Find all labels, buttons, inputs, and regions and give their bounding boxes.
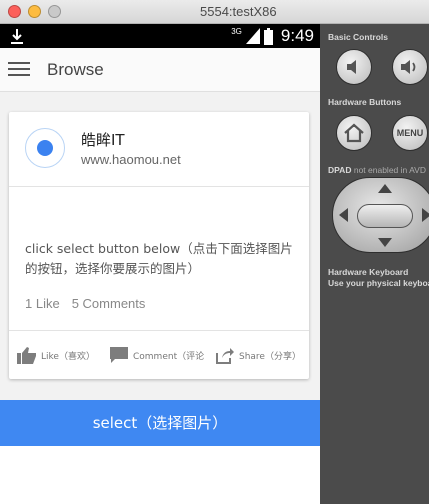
dpad-heading: DPAD not enabled in AVD — [328, 165, 426, 175]
comment-button[interactable]: Comment（评论 — [109, 346, 215, 364]
dpad-down-arrow-icon[interactable] — [378, 238, 392, 247]
speaker-icon — [347, 60, 356, 74]
emulator-panel: Basic Controls Hardware Buttons MENU DPA… — [320, 24, 429, 504]
dpad-center-button[interactable] — [357, 204, 413, 228]
share-button[interactable]: Share（分享） — [215, 346, 301, 364]
actions-divider — [9, 330, 309, 331]
volume-down-button[interactable] — [336, 49, 372, 85]
share-label: Share（分享） — [239, 351, 301, 362]
status-bar: 3G 9:49 — [0, 24, 320, 48]
minimize-window-button[interactable] — [28, 5, 41, 18]
speaker-loud-icon — [401, 60, 416, 74]
zoom-window-button[interactable] — [48, 5, 61, 18]
window-titlebar: 5554:testX86 — [0, 0, 429, 24]
dpad[interactable] — [332, 177, 429, 253]
close-window-button[interactable] — [8, 5, 21, 18]
hamburger-icon[interactable] — [8, 59, 30, 79]
network-type: 3G — [231, 26, 242, 36]
card-stats: 1 Like 5 Comments — [25, 296, 145, 311]
dpad-note: not enabled in AVD — [353, 165, 426, 175]
select-button[interactable]: select（选择图片） — [0, 400, 320, 446]
menu-button[interactable]: MENU — [392, 115, 428, 151]
like-count: 1 Like — [25, 296, 60, 311]
card-divider — [9, 186, 309, 187]
home-icon — [344, 123, 364, 143]
hardware-keyboard-heading: Hardware Keyboard — [328, 267, 409, 277]
comment-icon — [110, 347, 128, 363]
menu-button-label: MENU — [396, 128, 424, 138]
card-subtitle: www.haomou.net — [81, 152, 181, 167]
comment-count: 5 Comments — [71, 296, 146, 311]
window-title: 5554:testX86 — [200, 4, 277, 19]
volume-up-button[interactable] — [392, 49, 428, 85]
basic-controls-heading: Basic Controls — [328, 32, 388, 42]
clock: 9:49 — [280, 26, 314, 45]
post-card: 皓眸IT www.haomou.net click select button … — [9, 112, 309, 379]
toolbar-title: Browse — [47, 60, 104, 79]
like-button[interactable]: Like（喜欢） — [17, 346, 109, 364]
comment-label: Comment（评论 — [133, 351, 205, 362]
avatar — [25, 128, 65, 168]
thumbs-up-icon — [17, 347, 36, 364]
like-label: Like（喜欢） — [41, 351, 95, 362]
battery-icon — [263, 27, 273, 45]
dpad-right-arrow-icon[interactable] — [422, 208, 429, 222]
hardware-buttons-heading: Hardware Buttons — [328, 97, 402, 107]
device-screen: 3G 9:49 Browse 皓眸IT www.haomou.net click… — [0, 24, 320, 504]
dpad-up-arrow-icon[interactable] — [378, 184, 392, 193]
card-title: 皓眸IT — [81, 131, 125, 149]
share-icon — [216, 348, 234, 364]
download-icon — [11, 29, 23, 44]
dpad-left-arrow-icon[interactable] — [339, 208, 348, 222]
home-button[interactable] — [336, 115, 372, 151]
card-description: click select button below（点击下面选择图片的按钮，选择… — [25, 241, 293, 276]
card-actions: Like（喜欢） Comment（评论 Share（分享） — [17, 344, 307, 366]
app-toolbar: Browse — [0, 48, 320, 92]
keyboard-note: Use your physical keyboard — [328, 278, 429, 288]
signal-icon — [245, 28, 260, 44]
